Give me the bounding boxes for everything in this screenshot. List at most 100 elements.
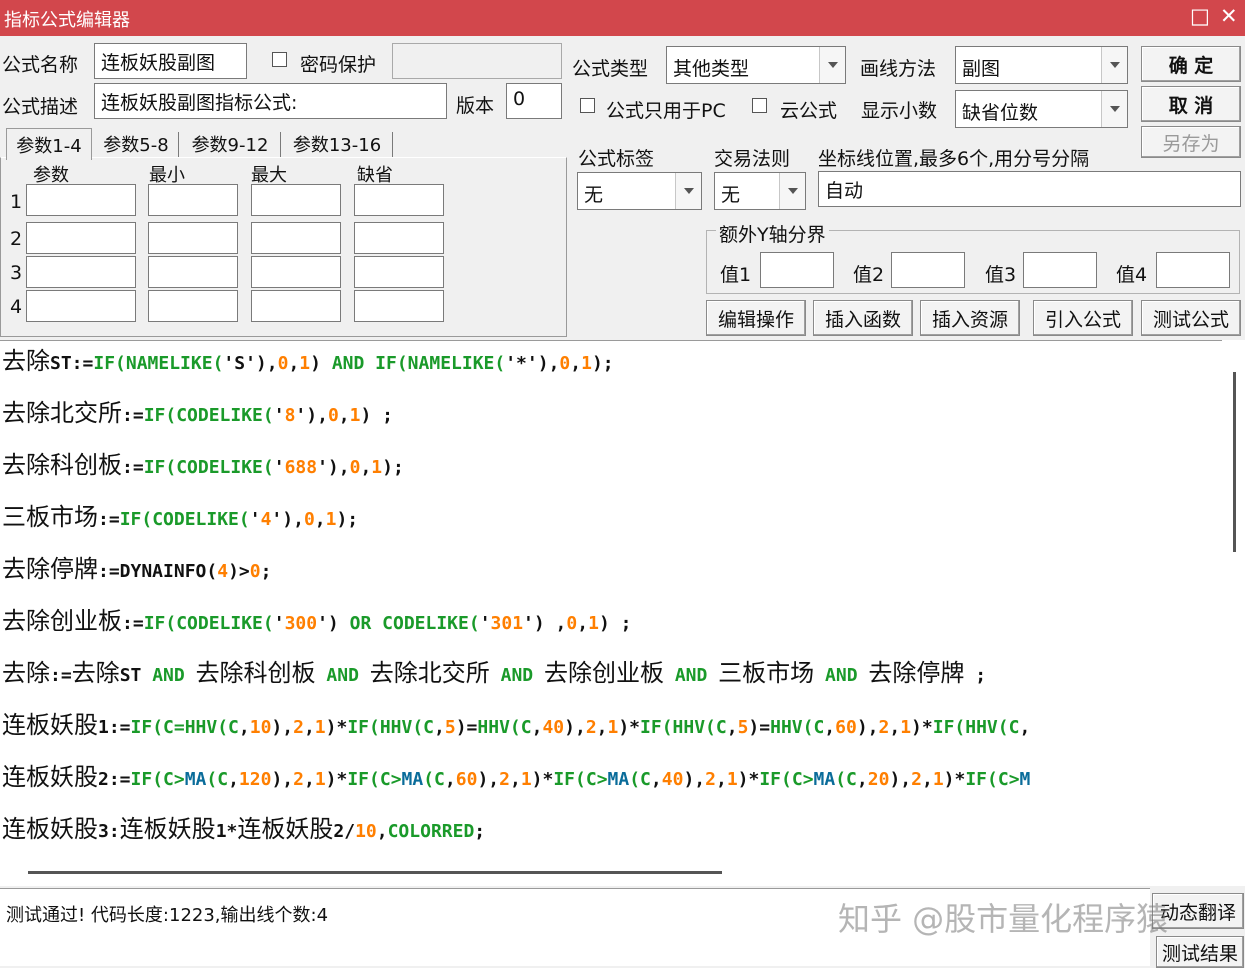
chevron-down-icon[interactable] [819,47,845,83]
restore-icon[interactable]: □ [1190,4,1210,28]
param-max-cell[interactable] [251,256,341,288]
formula-name-input[interactable]: 连板妖股副图 [94,43,247,79]
param-max-cell[interactable] [251,290,341,322]
close-icon[interactable]: ✕ [1220,4,1238,28]
tab-separator [280,132,281,158]
watermark: 知乎 @股市量化程序猿 [838,900,1169,938]
import-formula-button[interactable]: 引入公式 [1033,300,1133,336]
draw-method-value: 副图 [962,58,1001,80]
trade-rule-label: 交易法则 [714,148,791,170]
y-value2-input[interactable] [891,252,965,288]
formula-tag-value: 无 [584,184,604,206]
formula-type-value: 其他类型 [673,58,750,80]
y-value3-label: 值3 [985,264,1017,286]
y-value4-label: 值4 [1116,264,1148,286]
ok-button[interactable]: 确 定 [1141,46,1241,82]
param-name-cell[interactable] [26,222,136,254]
title-bar: 指标公式编辑器 □ ✕ [0,0,1245,36]
y-value2-label: 值2 [853,264,885,286]
param-name-cell[interactable] [26,256,136,288]
y-value1-input[interactable] [760,252,834,288]
password-checkbox[interactable] [272,52,287,67]
test-result-button[interactable]: 测试结果 [1156,936,1244,968]
param-row-label: 1 [10,191,23,213]
horizontal-scrollbar[interactable] [0,862,1222,886]
param-default-cell[interactable] [354,222,444,254]
coord-line-label: 坐标线位置,最多6个,用分号分隔 [818,148,1090,170]
password-label: 密码保护 [300,54,377,76]
cloud-label: 云公式 [780,100,838,122]
cloud-checkbox[interactable] [752,98,767,113]
code-line: 去除创业板:=IF(CODELIKE('300') OR CODELIKE('3… [2,607,632,635]
chevron-down-icon[interactable] [1101,91,1127,127]
param-default-cell[interactable] [354,184,444,216]
insert-function-button[interactable]: 插入函数 [813,300,913,336]
param-min-cell[interactable] [148,256,238,288]
version-label: 版本 [456,95,495,117]
code-line: 去除ST:=IF(NAMELIKE('S'),0,1) AND IF(NAMEL… [2,347,614,375]
param-default-cell[interactable] [354,290,444,322]
formula-tag-label: 公式标签 [578,148,655,170]
code-line: 连板妖股2:=IF(C>MA(C,120),2,1)*IF(C>MA(C,60)… [2,763,1031,791]
scroll-thumb[interactable] [1233,372,1236,552]
y-value3-input[interactable] [1023,252,1097,288]
decimals-select[interactable]: 缺省位数 [955,90,1128,128]
code-editor[interactable]: 去除ST:=IF(NAMELIKE('S'),0,1) AND IF(NAMEL… [0,340,1245,886]
chevron-down-icon[interactable] [1101,47,1127,83]
cancel-button[interactable]: 取 消 [1141,86,1241,122]
scroll-thumb[interactable] [28,871,722,874]
tab-params-9-12[interactable]: 参数9-12 [184,128,276,160]
tab-params-1-4[interactable]: 参数1-4 [6,128,92,160]
formula-type-select[interactable]: 其他类型 [666,46,846,84]
decimals-value: 缺省位数 [962,102,1039,124]
formula-tag-select[interactable]: 无 [577,172,702,210]
version-input[interactable]: 0 [506,83,562,119]
param-row-label: 3 [10,262,23,284]
edit-ops-button[interactable]: 编辑操作 [706,300,806,336]
chevron-down-icon[interactable] [779,173,805,209]
trade-rule-value: 无 [721,184,741,206]
formula-desc-label: 公式描述 [2,96,79,118]
param-panel: 参数 最小 最大 缺省 1 2 3 4 [0,157,567,337]
tab-params-13-16[interactable]: 参数13-16 [284,128,390,160]
code-line: 去除科创板:=IF(CODELIKE('688'),0,1); [2,451,404,479]
param-name-cell[interactable] [26,290,136,322]
vertical-scrollbar[interactable] [1222,340,1245,862]
formula-type-label: 公式类型 [572,58,649,80]
param-max-cell[interactable] [251,184,341,216]
tab-params-5-8[interactable]: 参数5-8 [96,128,176,160]
param-name-cell[interactable] [26,184,136,216]
draw-method-select[interactable]: 副图 [955,46,1128,84]
save-as-button[interactable]: 另存为 [1141,126,1241,158]
y-value4-input[interactable] [1156,252,1230,288]
test-formula-button[interactable]: 测试公式 [1141,300,1241,336]
code-line: 去除:=去除ST AND 去除科创板 AND 去除北交所 AND 去除创业板 A… [2,659,987,687]
formula-name-label: 公式名称 [2,54,79,76]
insert-resource-button[interactable]: 插入资源 [920,300,1020,336]
param-min-cell[interactable] [148,184,238,216]
code-line: 去除北交所:=IF(CODELIKE('8'),0,1) ; [2,399,393,427]
pc-only-label: 公式只用于PC [606,100,726,122]
tab-separator [392,132,393,158]
tab-separator [178,132,179,158]
extra-y-axis-label: 额外Y轴分界 [716,220,829,247]
decimals-label: 显示小数 [861,100,938,122]
param-min-cell[interactable] [148,290,238,322]
param-default-cell[interactable] [354,256,444,288]
param-row-label: 4 [10,296,23,318]
code-line: 去除停牌:=DYNAINFO(4)>0; [2,555,272,583]
param-min-cell[interactable] [148,222,238,254]
chevron-down-icon[interactable] [675,173,701,209]
formula-desc-input[interactable]: 连板妖股副图指标公式: [94,83,447,119]
trade-rule-select[interactable]: 无 [714,172,806,210]
coord-line-input[interactable]: 自动 [818,171,1241,207]
window-title: 指标公式编辑器 [4,10,130,31]
code-line: 连板妖股3:连板妖股1*连板妖股2/10,COLORRED; [2,815,486,843]
password-input[interactable] [392,43,562,79]
draw-method-label: 画线方法 [860,58,937,80]
status-text: 测试通过! 代码长度:1223,输出线个数:4 [6,905,329,926]
param-max-cell[interactable] [251,222,341,254]
y-value1-label: 值1 [720,264,752,286]
code-line: 连板妖股1:=IF(C=HHV(C,10),2,1)*IF(HHV(C,5)=H… [2,711,1031,739]
pc-only-checkbox[interactable] [580,98,595,113]
